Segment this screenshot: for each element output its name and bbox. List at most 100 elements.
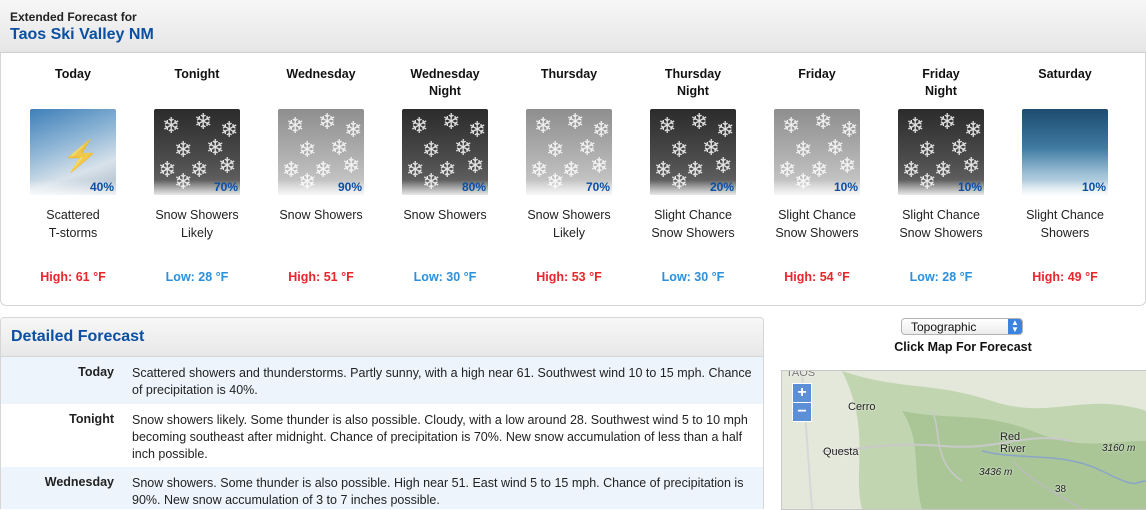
precip-chance: 40% [89, 180, 114, 194]
period-name: Tonight [174, 67, 220, 81]
snowflake-icon: ❄ [162, 113, 181, 138]
zoom-in-button[interactable]: + [792, 383, 812, 403]
precip-chance: 10% [833, 180, 858, 194]
detailed-forecast-title: Detailed Forecast [1, 318, 763, 357]
short-description: Snow Showers [403, 208, 487, 222]
lightning-icon: ⚡ [62, 140, 100, 173]
snowflake-icon: ❄ [658, 113, 677, 138]
snowflake-icon: ❄ [438, 157, 457, 182]
period-name: Thursday Night [664, 67, 722, 98]
map-label-red-river: Red River [1000, 431, 1026, 455]
detailed-row-text: Snow showers. Some thunder is also possi… [132, 476, 744, 507]
period-name: Today [55, 67, 91, 81]
short-description: Slight Chance Showers [1026, 208, 1104, 240]
header-subtitle: Extended Forecast for [10, 10, 137, 24]
short-description: Slight Chance Snow Showers [651, 208, 735, 240]
low-temperature: Low: 28 °F [909, 270, 973, 284]
snowflake-icon: ❄ [714, 153, 733, 178]
short-description: Snow Showers Likely [155, 208, 239, 240]
low-temperature: Low: 30 °F [661, 270, 725, 284]
snowflake-icon: ❄ [934, 157, 953, 182]
precip-chance: 70% [585, 180, 610, 194]
period-name: Wednesday [286, 67, 356, 81]
detailed-row: Today Scattered showers and thunderstorm… [1, 357, 763, 404]
snow-night-icon: ❄❄❄❄❄❄❄❄❄10% [898, 109, 984, 195]
detailed-row-text: Scattered showers and thunderstorms. Par… [132, 366, 752, 397]
snowflake-icon: ❄ [190, 157, 209, 182]
snowflake-icon: ❄ [286, 113, 305, 138]
snow-night-icon: ❄❄❄❄❄❄❄❄❄80% [402, 109, 488, 195]
snowflake-icon: ❄ [318, 109, 337, 134]
snowflake-icon: ❄ [686, 157, 705, 182]
detailed-row-label: Wednesday [44, 475, 114, 489]
map-label-elevation: 3436 m [979, 467, 1013, 478]
detailed-row-label: Tonight [69, 412, 114, 426]
precip-chance: 10% [957, 180, 982, 194]
map-label-taos: TAOS [786, 370, 816, 379]
map-type-select[interactable]: Topographic ▲ ▼ [901, 318, 1023, 335]
high-temperature: High: 49 °F [1032, 270, 1098, 284]
short-description: Slight Chance Snow Showers [775, 208, 859, 240]
snow-icon: ❄❄❄❄❄❄❄❄❄90% [278, 109, 364, 195]
detailed-row: Wednesday Snow showers. Some thunder is … [1, 467, 763, 509]
map-terrain [782, 371, 1146, 509]
precip-chance: 20% [709, 180, 734, 194]
map-label-elevation: 3160 m [1102, 443, 1136, 454]
precip-chance: 90% [337, 180, 362, 194]
snowflake-icon: ❄ [810, 157, 829, 182]
snowflake-icon: ❄ [590, 153, 609, 178]
snowflake-icon: ❄ [838, 153, 857, 178]
map-label-questa: Questa [823, 446, 859, 458]
map-type-value: Topographic [911, 320, 977, 334]
short-description: Snow Showers [279, 208, 363, 222]
snowflake-icon: ❄ [194, 109, 213, 134]
snowflake-icon: ❄ [442, 109, 461, 134]
map-label-cerro: Cerro [848, 401, 876, 413]
snowflake-icon: ❄ [218, 153, 237, 178]
snowflake-icon: ❄ [962, 153, 981, 178]
snowflake-icon: ❄ [534, 113, 553, 138]
showers-icon: 10% [1022, 109, 1108, 195]
location-title[interactable]: Taos Ski Valley NM [10, 26, 154, 44]
snowflake-icon: ❄ [938, 109, 957, 134]
snowflake-icon: ❄ [466, 153, 485, 178]
seven-day-forecast: Today ⚡ 40% Scattered T-storms High: 61 °F To… [0, 53, 1146, 306]
snowflake-icon: ❄ [690, 109, 709, 134]
precip-chance: 10% [1081, 180, 1106, 194]
select-arrows-icon: ▲ ▼ [1008, 319, 1022, 334]
low-temperature: Low: 30 °F [413, 270, 477, 284]
snowflake-icon: ❄ [906, 113, 925, 138]
thunderstorm-icon: ⚡ 40% [30, 109, 116, 195]
forecast-header: Extended Forecast for Taos Ski Valley NM [0, 0, 1146, 53]
precip-chance: 80% [461, 180, 486, 194]
snow-night-icon: ❄❄❄❄❄❄❄❄❄20% [650, 109, 736, 195]
snowflake-icon: ❄ [342, 153, 361, 178]
detailed-forecast-panel: Detailed Forecast Today Scattered shower… [0, 317, 764, 509]
snow-night-icon: ❄❄❄❄❄❄❄❄❄70% [154, 109, 240, 195]
forecast-map[interactable]: + − TAOS Cerro Questa Red River 3436 m 3… [781, 370, 1146, 510]
low-temperature: Low: 28 °F [165, 270, 229, 284]
high-temperature: High: 54 °F [784, 270, 850, 284]
snow-icon: ❄❄❄❄❄❄❄❄❄70% [526, 109, 612, 195]
snowflake-icon: ❄ [782, 113, 801, 138]
detailed-row-label: Today [78, 365, 114, 379]
period-name: Wednesday Night [410, 67, 480, 98]
snowflake-icon: ❄ [814, 109, 833, 134]
detailed-row: Tonight Snow showers likely. Some thunde… [1, 404, 763, 467]
map-label-road: 38 [1055, 484, 1067, 495]
short-description: Scattered T-storms [46, 208, 100, 240]
map-hint: Click Map For Forecast [894, 340, 1032, 354]
snowflake-icon: ❄ [562, 157, 581, 182]
period-name: Friday [798, 67, 836, 81]
period-name: Thursday [540, 67, 598, 81]
short-description: Slight Chance Snow Showers [899, 208, 983, 240]
snow-icon: ❄❄❄❄❄❄❄❄❄10% [774, 109, 860, 195]
zoom-out-button[interactable]: − [792, 402, 812, 422]
snowflake-icon: ❄ [314, 157, 333, 182]
short-description: Snow Showers Likely [527, 208, 611, 240]
detailed-row-text: Snow showers likely. Some thunder is als… [132, 413, 748, 461]
period-name: Friday Night [922, 67, 960, 98]
high-temperature: High: 61 °F [40, 270, 106, 284]
snowflake-icon: ❄ [410, 113, 429, 138]
precip-chance: 70% [213, 180, 238, 194]
